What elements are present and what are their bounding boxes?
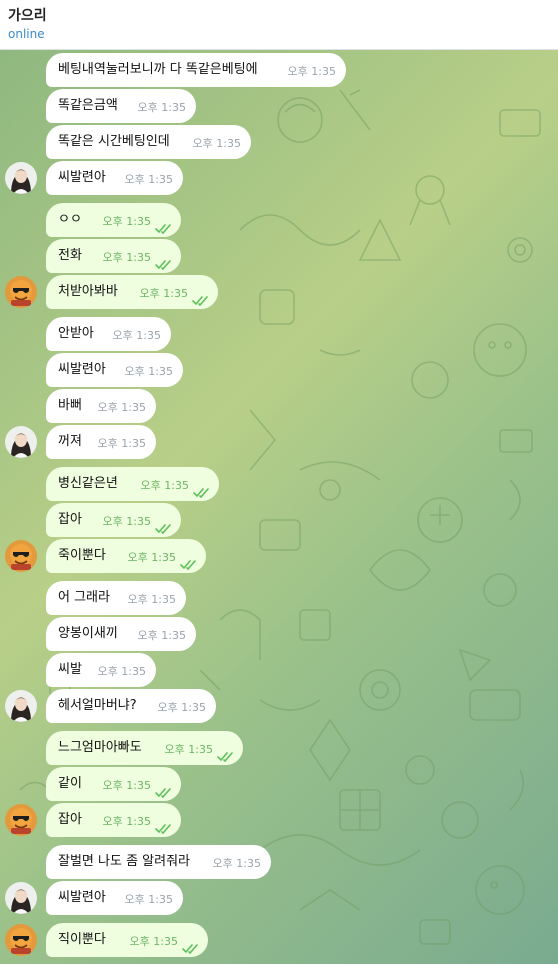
message-text: ㅇㅇ [58, 212, 82, 227]
message-time: 오후 1:35 [137, 629, 186, 642]
outgoing-message-bubble[interactable]: 병신같은년 오후 1:35 [46, 467, 219, 501]
double-check-read-icon [155, 778, 173, 799]
message-text: 같이 [58, 776, 82, 791]
double-check-read-icon [155, 250, 173, 271]
message-text: 똑같은금액 [58, 98, 118, 113]
message-text: 씨발련아 [58, 170, 106, 185]
message-time: 오후 1:35 [127, 551, 176, 564]
message-time: 오후 1:35 [124, 173, 173, 186]
double-check-read-icon [182, 934, 200, 955]
message-text: 씨발련아 [58, 890, 106, 905]
message-text: 꺼져 [58, 434, 82, 449]
message-time: 오후 1:35 [127, 593, 176, 606]
incoming-message-bubble[interactable]: 씨발련아 오후 1:35 [46, 881, 183, 915]
message-text: 헤서얼마버냐? [58, 698, 137, 713]
message-time: 오후 1:35 [287, 65, 336, 78]
double-check-read-icon [155, 214, 173, 235]
message-text: 베팅내역눌러보니까 다 똑같은베팅에 [58, 62, 258, 77]
message-text: 처받아봐바 [58, 284, 118, 299]
incoming-message-bubble[interactable]: 꺼져 오후 1:35 [46, 425, 156, 459]
girl-avatar[interactable] [5, 162, 37, 194]
outgoing-message-bubble[interactable]: 같이 오후 1:35 [46, 767, 181, 801]
incoming-message-bubble[interactable]: 씨발련아 오후 1:35 [46, 353, 183, 387]
outgoing-message-bubble[interactable]: 잡아 오후 1:35 [46, 803, 181, 837]
message-time: 오후 1:35 [102, 251, 151, 264]
message-text: 씨발련아 [58, 362, 106, 377]
outgoing-message-bubble[interactable]: ㅇㅇ 오후 1:35 [46, 203, 181, 237]
girl-avatar[interactable] [5, 426, 37, 458]
message-time: 오후 1:35 [140, 479, 189, 492]
message-text: 똑같은 시간베팅인데 [58, 134, 170, 149]
message-time: 오후 1:35 [212, 857, 261, 870]
chat-header[interactable]: 가으리 online [0, 0, 558, 50]
message-time: 오후 1:35 [129, 935, 178, 948]
double-check-read-icon [193, 478, 211, 499]
message-text: 안받아 [58, 326, 94, 341]
outgoing-message-bubble[interactable]: 전화 오후 1:35 [46, 239, 181, 273]
message-time: 오후 1:35 [124, 893, 173, 906]
incoming-message-bubble[interactable]: 베팅내역눌러보니까 다 똑같은베팅에 오후 1:35 [46, 53, 346, 87]
double-check-read-icon [192, 286, 210, 307]
message-text: 병신같은년 [58, 476, 118, 491]
double-check-read-icon [155, 514, 173, 535]
message-time: 오후 1:35 [137, 101, 186, 114]
outgoing-message-bubble[interactable]: 느그엄마아빠도 오후 1:35 [46, 731, 243, 765]
message-text: 느그엄마아빠도 [58, 740, 142, 755]
sunglasses-emoji-avatar[interactable] [5, 804, 37, 836]
message-text: 잡아 [58, 512, 82, 527]
incoming-message-bubble[interactable]: 씨발련아 오후 1:35 [46, 161, 183, 195]
online-status: online [8, 27, 45, 41]
girl-avatar[interactable] [5, 690, 37, 722]
incoming-message-bubble[interactable]: 씨발 오후 1:35 [46, 653, 156, 687]
message-text: 전화 [58, 248, 82, 263]
message-time: 오후 1:35 [164, 743, 213, 756]
contact-name[interactable]: 가으리 [8, 5, 47, 25]
incoming-message-bubble[interactable]: 안받아 오후 1:35 [46, 317, 171, 351]
incoming-message-bubble[interactable]: 헤서얼마버냐? 오후 1:35 [46, 689, 216, 723]
incoming-message-bubble[interactable]: 바뻐 오후 1:35 [46, 389, 156, 423]
sunglasses-emoji-avatar[interactable] [5, 540, 37, 572]
message-text: 직이뿐다 [58, 932, 106, 947]
message-time: 오후 1:35 [97, 437, 146, 450]
message-time: 오후 1:35 [102, 215, 151, 228]
message-text: 죽이뿐다 [58, 548, 106, 563]
message-time: 오후 1:35 [157, 701, 206, 714]
outgoing-message-bubble[interactable]: 잡아 오후 1:35 [46, 503, 181, 537]
sunglasses-emoji-avatar[interactable] [5, 924, 37, 956]
incoming-message-bubble[interactable]: 똑같은 시간베팅인데 오후 1:35 [46, 125, 251, 159]
sunglasses-emoji-avatar[interactable] [5, 276, 37, 308]
message-text: 바뻐 [58, 398, 82, 413]
chat-area[interactable]: 베팅내역눌러보니까 다 똑같은베팅에 오후 1:35 똑같은금액 오후 1:35 똑같은… [0, 50, 558, 964]
double-check-read-icon [155, 814, 173, 835]
message-time: 오후 1:35 [97, 401, 146, 414]
message-time: 오후 1:35 [102, 515, 151, 528]
message-text: 잘벌면 나도 좀 알려줘라 [58, 854, 190, 869]
message-text: 양봉이새끼 [58, 626, 118, 641]
message-text: 어 그래라 [58, 590, 110, 605]
message-time: 오후 1:35 [192, 137, 241, 150]
message-time: 오후 1:35 [102, 815, 151, 828]
outgoing-message-bubble[interactable]: 처받아봐바 오후 1:35 [46, 275, 218, 309]
message-time: 오후 1:35 [112, 329, 161, 342]
message-text: 잡아 [58, 812, 82, 827]
message-time: 오후 1:35 [139, 287, 188, 300]
double-check-read-icon [217, 742, 235, 763]
incoming-message-bubble[interactable]: 어 그래라 오후 1:35 [46, 581, 186, 615]
message-time: 오후 1:35 [102, 779, 151, 792]
message-time: 오후 1:35 [97, 665, 146, 678]
message-time: 오후 1:35 [124, 365, 173, 378]
incoming-message-bubble[interactable]: 잘벌면 나도 좀 알려줘라 오후 1:35 [46, 845, 271, 879]
outgoing-message-bubble[interactable]: 직이뿐다 오후 1:35 [46, 923, 208, 957]
incoming-message-bubble[interactable]: 양봉이새끼 오후 1:35 [46, 617, 196, 651]
outgoing-message-bubble[interactable]: 죽이뿐다 오후 1:35 [46, 539, 206, 573]
girl-avatar[interactable] [5, 882, 37, 914]
incoming-message-bubble[interactable]: 똑같은금액 오후 1:35 [46, 89, 196, 123]
double-check-read-icon [180, 550, 198, 571]
message-text: 씨발 [58, 662, 82, 677]
